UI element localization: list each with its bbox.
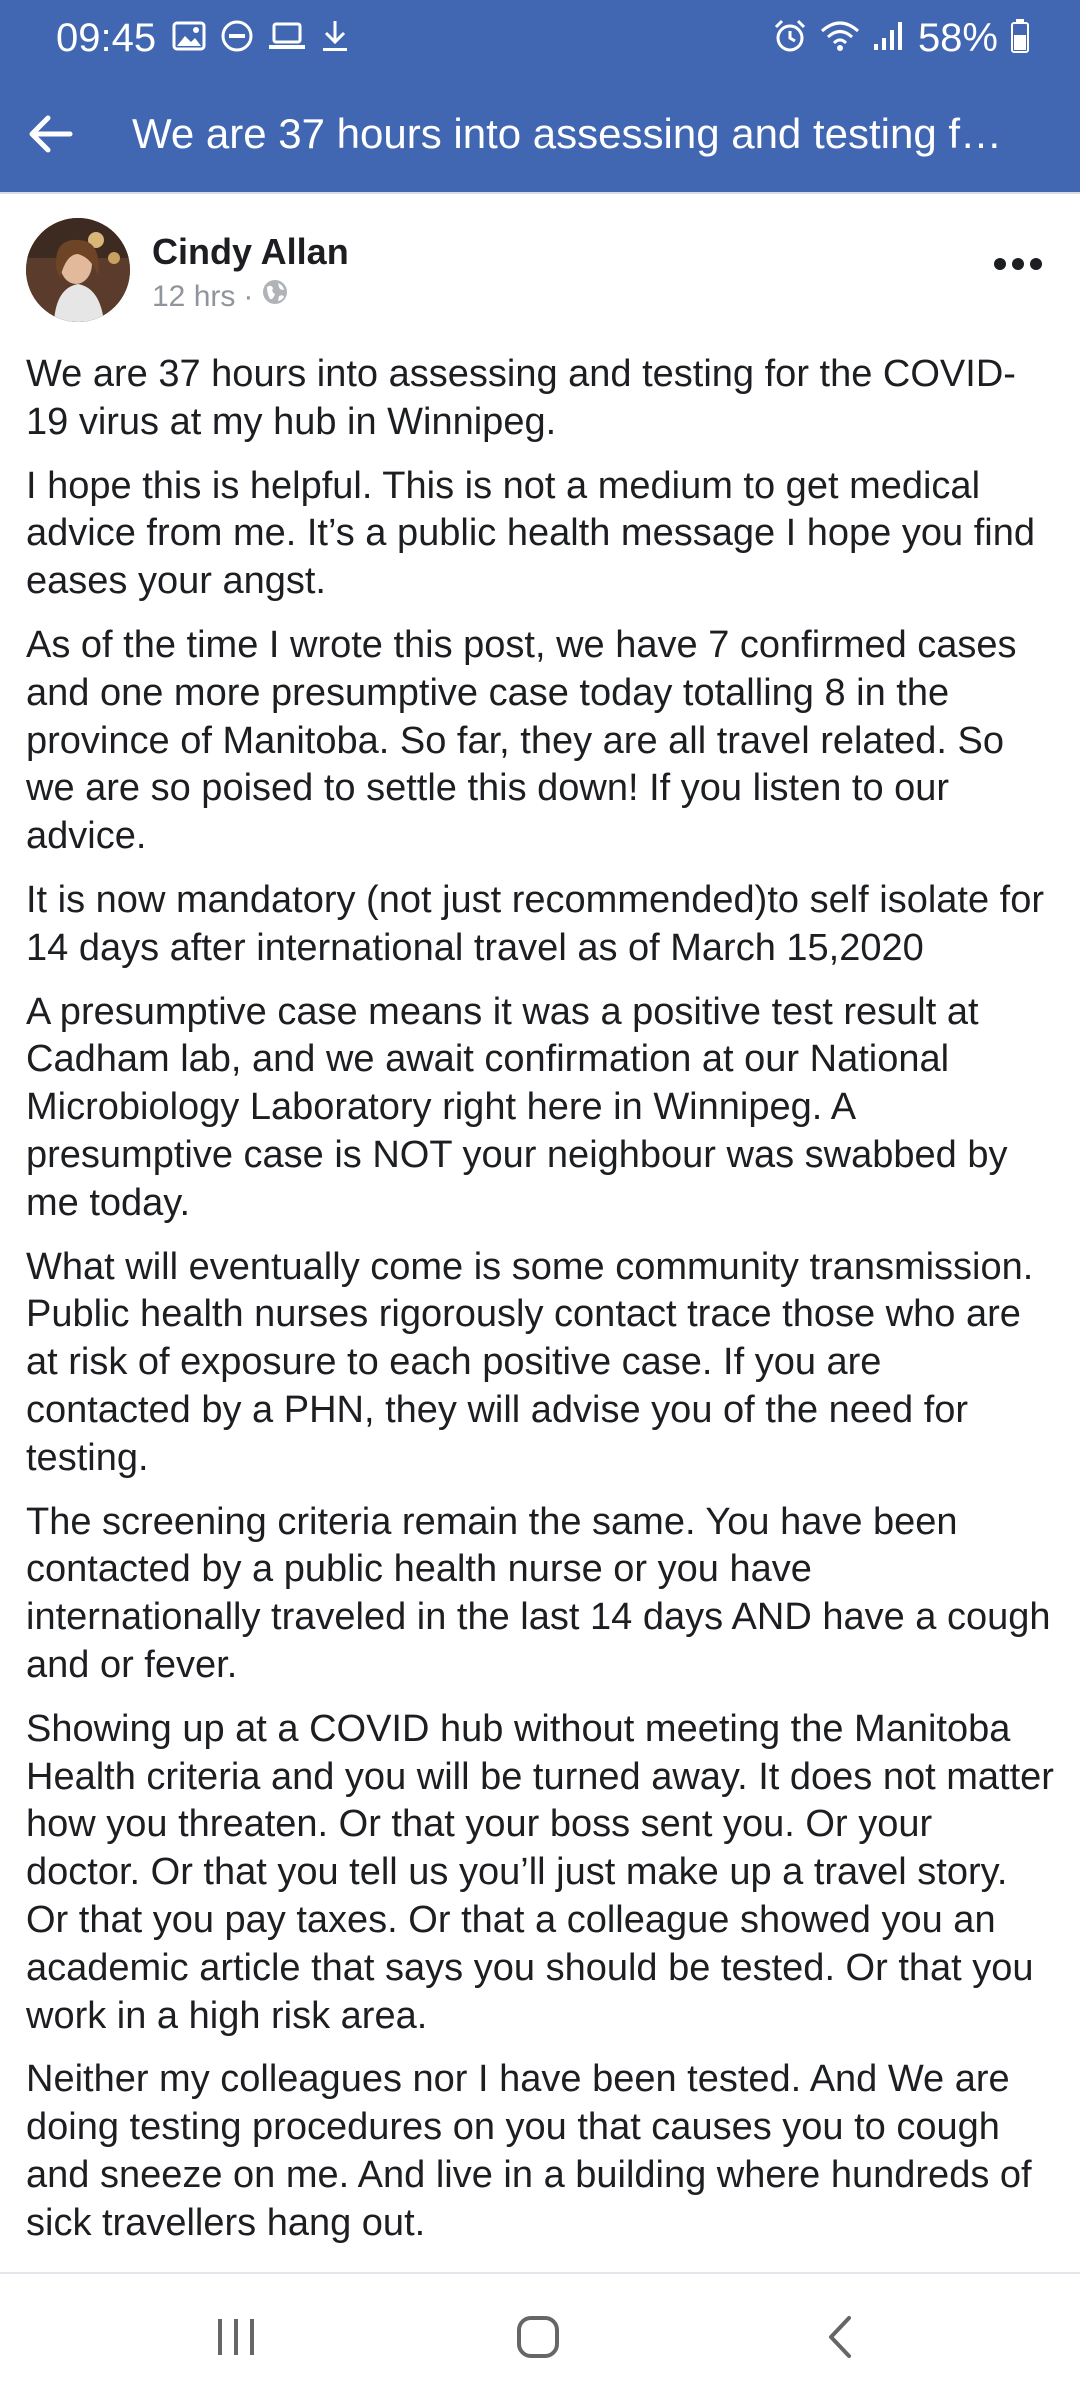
- laptop-icon: [268, 21, 306, 56]
- globe-icon: [261, 278, 289, 316]
- home-button[interactable]: [498, 2304, 578, 2374]
- post-paragraph: Neither my colleagues nor I have been te…: [26, 2058, 1032, 2244]
- system-status: 58%: [772, 14, 1030, 62]
- more-options-button[interactable]: [988, 248, 1048, 280]
- alarm-icon: [772, 18, 808, 59]
- post-paragraph: We are 37 hours into assessing and testi…: [26, 353, 1016, 443]
- home-icon: [515, 2314, 561, 2365]
- recent-apps-icon: [214, 2317, 258, 2362]
- back-button[interactable]: [22, 106, 82, 162]
- image-icon: [172, 21, 206, 56]
- meta-separator: ·: [243, 280, 254, 313]
- post-paragraph: Showing up at a COVID hub without meetin…: [26, 1707, 1054, 2037]
- post-paragraph: A presumptive case means it was a positi…: [26, 990, 1008, 1224]
- signal-icon: [872, 20, 906, 57]
- battery-percent: 58%: [917, 16, 998, 60]
- post-time[interactable]: 12 hrs: [152, 278, 235, 316]
- back-chevron-icon: [825, 2314, 855, 2365]
- post-paragraph: I hope this is helpful. This is not a me…: [26, 464, 1035, 603]
- author-name[interactable]: Cindy Allan: [152, 230, 349, 274]
- header-divider: [0, 192, 1080, 194]
- post-paragraph: As of the time I wrote this post, we hav…: [26, 623, 1017, 858]
- nav-back-button[interactable]: [800, 2304, 880, 2374]
- post-paragraph: What will eventually come is some commun…: [26, 1245, 1034, 1479]
- download-icon: [320, 19, 350, 58]
- wifi-icon: [820, 19, 860, 58]
- post-paragraph: It is now mandatory (not just recommende…: [26, 878, 1045, 969]
- notification-icons: [172, 18, 350, 58]
- avatar[interactable]: [26, 218, 130, 322]
- more-horizontal-icon: [988, 248, 1048, 285]
- status-bar: 09:45 58%: [0, 0, 1080, 76]
- recent-apps-button[interactable]: [196, 2304, 276, 2374]
- post-body: We are 37 hours into assessing and testi…: [26, 351, 1056, 2271]
- status-time: 09:45: [56, 16, 157, 60]
- arrow-left-icon: [22, 106, 78, 167]
- page-title: We are 37 hours into assessing and testi…: [132, 110, 1012, 157]
- do-not-disturb-icon: [220, 19, 254, 58]
- post-paragraph: The screening criteria remain the same. …: [26, 1500, 1051, 1686]
- post-meta: 12 hrs ·: [152, 278, 289, 316]
- app-bar: We are 37 hours into assessing and testi…: [0, 76, 1080, 192]
- system-nav-bar: [0, 2272, 1080, 2402]
- battery-icon: [1010, 18, 1030, 59]
